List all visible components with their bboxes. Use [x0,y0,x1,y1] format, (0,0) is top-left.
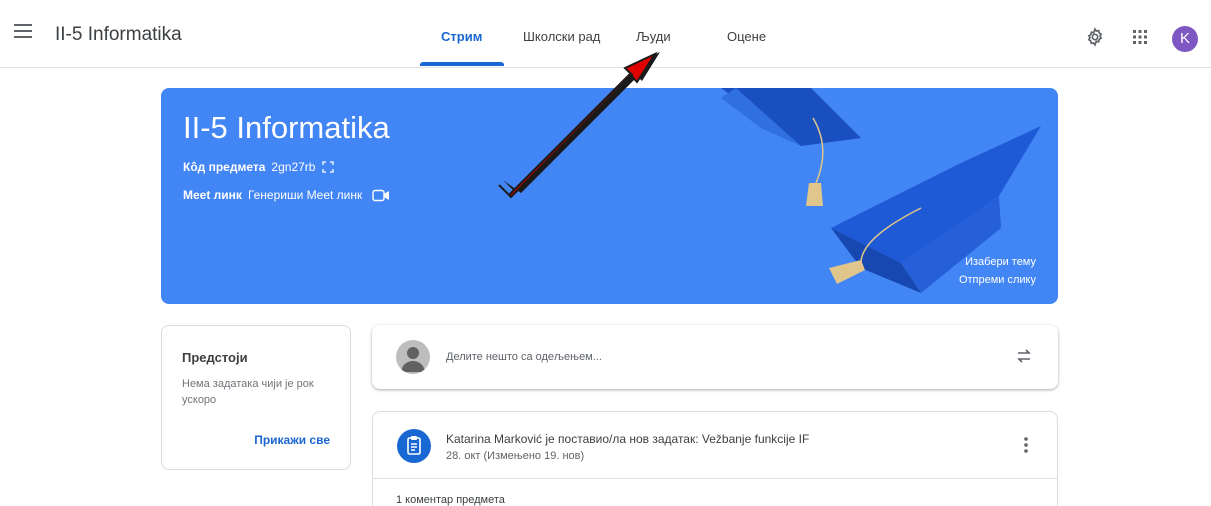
post-title[interactable]: Katarina Marković је поставио/ла нов зад… [446,432,809,446]
upcoming-empty-text: Нема задатака чији је рок ускоро [182,378,314,406]
tab-grades[interactable]: Оцене [727,29,766,44]
tab-stream[interactable]: Стрим [441,29,482,44]
class-comments-link[interactable]: 1 коментар предмета [396,494,505,506]
apps-icon[interactable] [1132,29,1148,45]
post-date: 28. окт (Измењено 19. нов) [446,450,585,462]
share-placeholder[interactable]: Делите нешто са одељењем... [446,351,602,363]
class-code-row: Кôд предмета 2gn27rb [183,160,334,174]
upcoming-card: Предстоји Нема задатака чији је рок уско… [161,325,351,470]
menu-icon[interactable] [14,24,32,38]
meet-link-row[interactable]: Meet линк Генериши Meet линк [183,188,390,202]
tab-people[interactable]: Људи [636,29,671,44]
upcoming-title: Предстоји [182,350,248,365]
person-icon [401,347,425,372]
share-box[interactable]: Делите нешто са одељењем... [372,325,1058,389]
repost-icon[interactable] [1015,347,1033,365]
assignment-post: Katarina Marković је поставио/ла нов зад… [372,411,1058,506]
class-code-value: 2gn27rb [271,160,316,174]
meet-link-value[interactable]: Генериши Meet линк [248,188,362,202]
meet-link-label: Meet линк [183,188,242,202]
fullscreen-icon[interactable] [322,161,334,173]
upload-photo-link[interactable]: Отпреми слику [959,274,1036,286]
top-app-bar: II-5 Informatika Стрим Школски рад Људи … [0,0,1211,68]
active-tab-indicator [420,62,504,66]
banner-title: II-5 Informatika [183,110,390,145]
class-banner: II-5 Informatika Кôд предмета 2gn27rb Mee… [161,88,1058,304]
class-title[interactable]: II-5 Informatika [55,24,182,46]
view-all-link[interactable]: Прикажи све [254,433,330,447]
tab-classwork[interactable]: Школски рад [523,29,600,44]
gear-icon[interactable] [1085,27,1105,47]
assignment-icon[interactable] [397,429,431,463]
class-code-label: Кôд предмета [183,160,266,174]
video-camera-icon[interactable] [371,189,390,202]
choose-theme-link[interactable]: Изабери тему [965,256,1036,268]
more-vert-icon[interactable] [1018,436,1034,454]
account-avatar[interactable]: K [1172,26,1198,52]
post-divider [373,478,1057,479]
user-avatar [396,340,430,374]
